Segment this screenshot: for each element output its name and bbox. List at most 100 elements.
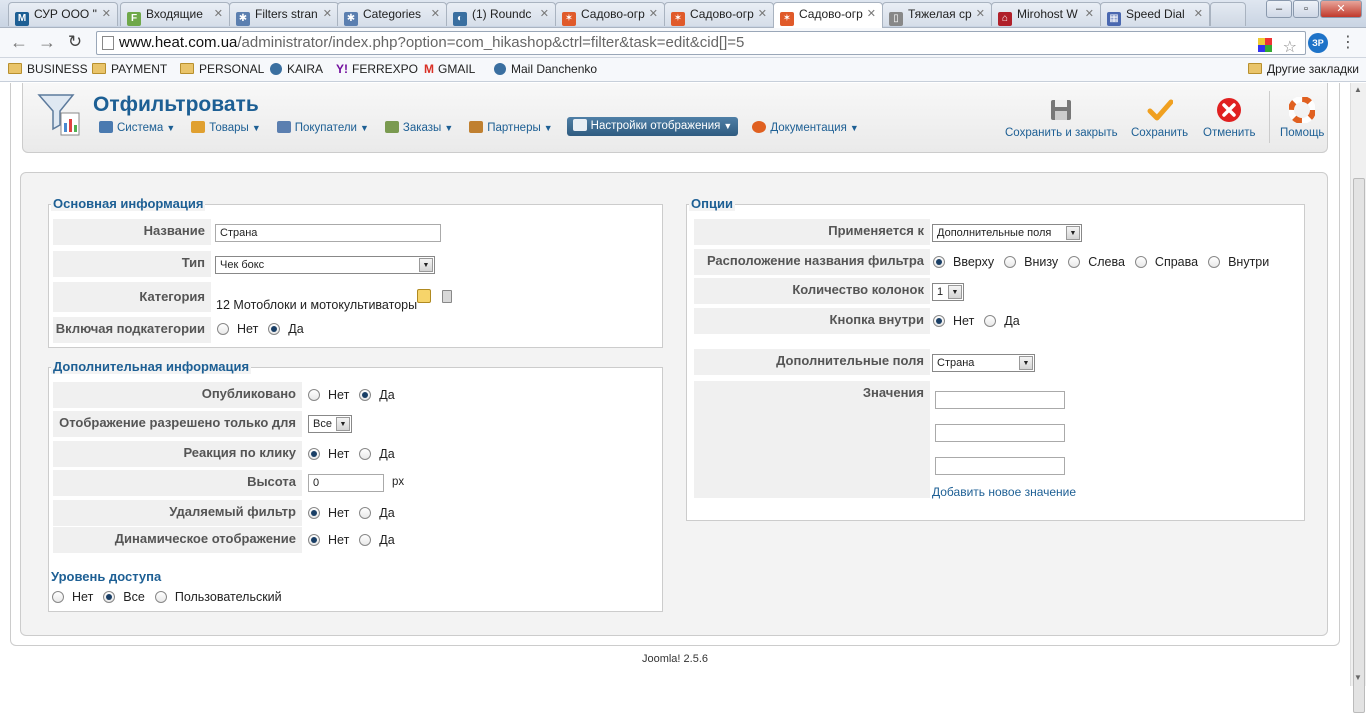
star-icon[interactable]: ☆: [1283, 39, 1297, 56]
partners-icon: [469, 121, 484, 133]
value-field-2[interactable]: [935, 424, 1065, 442]
access-custom-radio[interactable]: [154, 591, 167, 603]
menu-partners[interactable]: Партнеры ▼: [467, 119, 554, 136]
published-no-radio[interactable]: [308, 389, 320, 401]
tab-categories[interactable]: ✱ Categories ✕: [337, 2, 447, 26]
subcat-yes-radio[interactable]: [268, 323, 281, 335]
click-yes-radio[interactable]: [359, 448, 372, 460]
tab-close-icon[interactable]: ✕: [102, 7, 111, 20]
button-no-radio[interactable]: [933, 315, 945, 327]
address-bar[interactable]: www.heat.com.ua/administrator/index.php?…: [96, 31, 1306, 56]
save-button[interactable]: Сохранить: [1131, 97, 1188, 139]
tab-sadovo-active[interactable]: ✶ Садово-огр ✕: [773, 2, 883, 28]
tab-close-icon[interactable]: ✕: [431, 7, 440, 20]
menu-customers[interactable]: Покупатели ▼: [275, 119, 371, 136]
tab-cyp[interactable]: M СУР ООО " ✕: [8, 2, 118, 26]
published-yes-radio[interactable]: [359, 389, 372, 401]
bookmark-ferrexpo[interactable]: Y! FERREXPO: [336, 62, 418, 76]
name-field[interactable]: Страна: [215, 224, 441, 242]
back-icon[interactable]: ←: [8, 32, 30, 54]
value-field-1[interactable]: [935, 391, 1065, 409]
close-window-icon[interactable]: ✕: [1320, 0, 1362, 18]
tab-mirohost[interactable]: ⌂ Mirohost W ✕: [991, 2, 1101, 26]
columns-select[interactable]: 1 ▼: [932, 283, 964, 301]
tab-inbox[interactable]: F Входящие ✕: [120, 2, 230, 26]
menu-orders[interactable]: Заказы ▼: [383, 119, 455, 136]
scroll-down-icon[interactable]: ▼: [1354, 673, 1362, 682]
forward-icon[interactable]: →: [36, 32, 58, 54]
yahoo-icon: Y!: [336, 62, 348, 76]
save-close-button[interactable]: Сохранить и закрыть: [1005, 97, 1118, 139]
position-radio-group: Вверху Внизу Слева Справа Внутри: [933, 255, 1279, 269]
bookmark-gmail[interactable]: M GMAIL: [424, 62, 475, 76]
display-for-select[interactable]: Все ▼: [308, 415, 352, 433]
tab-close-icon[interactable]: ✕: [323, 7, 332, 20]
pos-top-radio[interactable]: [933, 256, 945, 268]
minimize-icon[interactable]: –: [1266, 0, 1292, 18]
tab-close-icon[interactable]: ✕: [867, 7, 876, 20]
extension-badge-icon[interactable]: ЗР: [1308, 33, 1328, 53]
menu-documentation[interactable]: Документация ▼: [750, 119, 860, 136]
scrollbar-thumb[interactable]: [1353, 178, 1365, 713]
deletable-label: Удаляемый фильтр: [53, 500, 302, 526]
tab-heavy[interactable]: ▯ Тяжелая ср ✕: [882, 2, 992, 26]
access-all-radio[interactable]: [103, 591, 116, 603]
scroll-up-icon[interactable]: ▲: [1354, 85, 1362, 94]
reload-icon[interactable]: ↻: [64, 32, 86, 54]
tab-close-icon[interactable]: ✕: [1194, 7, 1203, 20]
menu-system[interactable]: Система ▼: [97, 119, 177, 136]
button-yes-radio[interactable]: [984, 315, 997, 327]
page-scrollbar[interactable]: ▲ ▼: [1350, 83, 1366, 713]
dynamic-yes-radio[interactable]: [359, 534, 372, 546]
tab-sadovo-2[interactable]: ✶ Садово-огр ✕: [664, 2, 774, 26]
mail-icon: [494, 63, 506, 75]
height-field[interactable]: 0: [308, 474, 384, 492]
menu-display-settings[interactable]: Настройки отображения ▼: [566, 117, 739, 136]
bookmark-kaira[interactable]: KAIRA: [270, 62, 323, 76]
dynamic-label: Динамическое отображение: [53, 527, 302, 553]
add-value-link[interactable]: Добавить новое значение: [932, 485, 1076, 499]
pos-bottom-radio[interactable]: [1004, 256, 1017, 268]
extension-icon[interactable]: [1258, 38, 1273, 52]
tab-favicon-icon: ▦: [1107, 12, 1121, 26]
tab-close-icon[interactable]: ✕: [540, 7, 549, 20]
help-button[interactable]: Помощь: [1280, 97, 1324, 139]
wrench-menu-icon[interactable]: ⋮: [1340, 32, 1356, 52]
access-none-radio[interactable]: [52, 591, 64, 603]
deletable-no-radio[interactable]: [308, 507, 320, 519]
cancel-button[interactable]: Отменить: [1203, 97, 1256, 139]
tab-close-icon[interactable]: ✕: [758, 7, 767, 20]
tab-favicon-icon: ◐: [453, 12, 467, 26]
tab-close-icon[interactable]: ✕: [214, 7, 223, 20]
tab-close-icon[interactable]: ✕: [649, 7, 658, 20]
dynamic-no-radio[interactable]: [308, 534, 320, 546]
folder-icon: [1248, 63, 1262, 74]
tab-close-icon[interactable]: ✕: [976, 7, 985, 20]
other-bookmarks[interactable]: Другие закладки: [1248, 62, 1359, 76]
tab-filters[interactable]: ✱ Filters stran ✕: [229, 2, 339, 26]
edit-category-icon[interactable]: [417, 289, 431, 303]
applies-select[interactable]: Дополнительные поля ▼: [932, 224, 1082, 242]
menu-products[interactable]: Товары ▼: [189, 119, 262, 136]
maximize-icon[interactable]: ▫: [1293, 0, 1319, 18]
tab-sadovo-1[interactable]: ✶ Садово-огр ✕: [555, 2, 665, 26]
subcat-no-radio[interactable]: [217, 323, 229, 335]
bookmark-mail-danchenko[interactable]: Mail Danchenko: [494, 62, 597, 76]
bookmark-payment[interactable]: PAYMENT: [92, 62, 167, 76]
tab-close-icon[interactable]: ✕: [1085, 7, 1094, 20]
trash-icon[interactable]: [442, 290, 452, 303]
bookmark-personal[interactable]: PERSONAL: [180, 62, 264, 76]
pos-right-radio[interactable]: [1134, 256, 1147, 268]
new-tab-button[interactable]: [1210, 2, 1246, 26]
window-controls: – ▫ ✕: [1265, 0, 1362, 22]
deletable-yes-radio[interactable]: [359, 507, 372, 519]
click-no-radio[interactable]: [308, 448, 320, 460]
type-select[interactable]: Чек бокс ▼: [215, 256, 435, 274]
pos-left-radio[interactable]: [1068, 256, 1081, 268]
value-field-3[interactable]: [935, 457, 1065, 475]
pos-inside-radio[interactable]: [1208, 256, 1221, 268]
tab-roundcube[interactable]: ◐ (1) Roundc ✕: [446, 2, 556, 26]
fields-select[interactable]: Страна ▼: [932, 354, 1035, 372]
bookmark-business[interactable]: BUSINESS: [8, 62, 88, 76]
tab-speed-dial[interactable]: ▦ Speed Dial ✕: [1100, 2, 1210, 26]
